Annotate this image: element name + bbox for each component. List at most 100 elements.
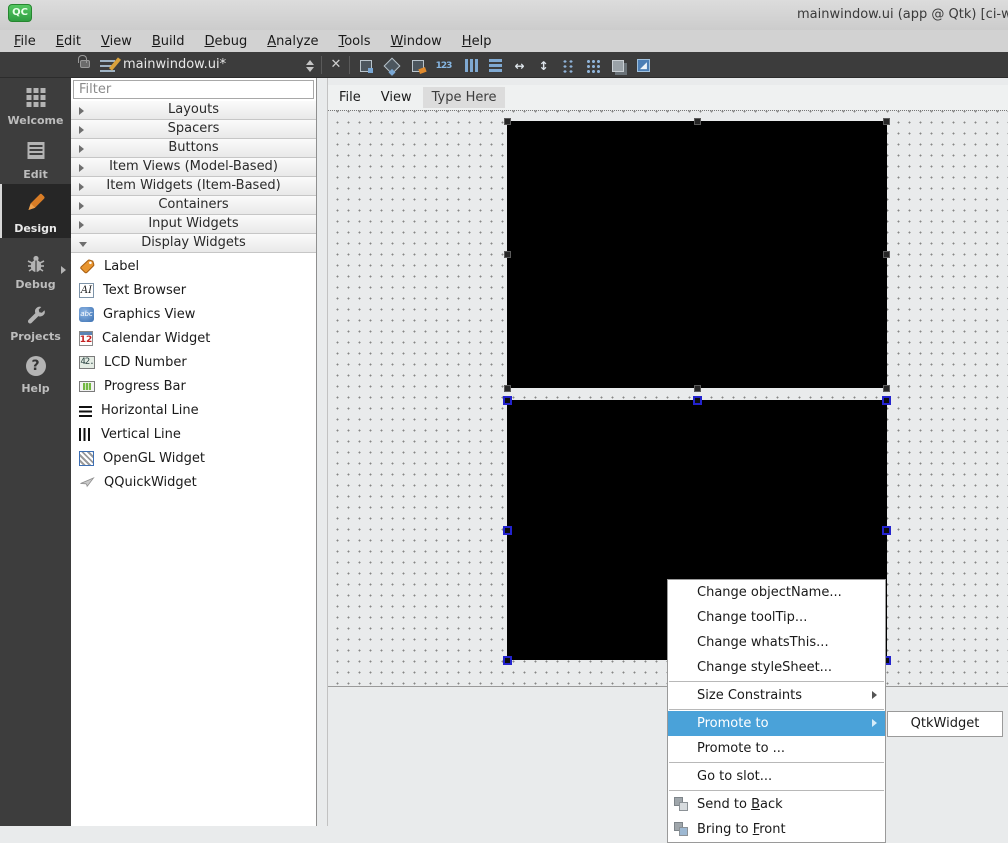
document-selector-down-icon[interactable] [306,67,314,72]
layout-grid-button[interactable] [558,56,577,75]
break-layout-button[interactable] [608,56,627,75]
menu-separator [669,681,884,682]
resize-handle[interactable] [503,396,512,405]
sidebar-item-welcome[interactable]: Welcome [0,82,71,130]
menu-build[interactable]: Build [142,32,195,51]
widget-item-lcd-number[interactable]: 42. LCD Number [71,350,316,374]
resize-handle[interactable] [503,526,512,535]
help-question-icon: ? [26,356,46,376]
layout-vertical-splitter-button[interactable]: ↕ [534,56,553,75]
sidebar-item-design[interactable]: Design [0,184,71,238]
submenu-arrow-icon [872,691,877,699]
widget-item-progress-bar[interactable]: Progress Bar [71,374,316,398]
form-menu-type-here[interactable]: Type Here [423,87,506,108]
layout-horizontally-button[interactable] [462,56,481,75]
form-menubar: File View Type Here [328,85,1008,110]
edit-signals-slots-button[interactable] [382,56,401,75]
resize-handle[interactable] [883,251,890,258]
debug-flyout-arrow-icon[interactable] [61,266,66,274]
widget-item-qquickwidget[interactable]: QQuickWidget [71,470,316,494]
menu-tools[interactable]: Tools [328,32,380,51]
edit-tab-order-button[interactable]: 123 [434,56,453,75]
menu-item-change-stylesheet[interactable]: Change styleSheet... [668,655,885,680]
menu-view[interactable]: View [91,32,142,51]
resize-handle[interactable] [883,118,890,125]
resize-handle[interactable] [883,385,890,392]
vertical-splitter-icon: ↕ [538,59,548,73]
close-document-button[interactable]: ✕ [328,56,344,74]
resize-handle[interactable] [503,656,512,665]
widget-item-label[interactable]: Label [71,254,316,278]
collapsed-arrow-icon [79,183,84,191]
mode-sidebar: Welcome Edit Design Debug Projects ? Hel… [0,78,71,826]
category-item-widgets[interactable]: Item Widgets (Item-Based) [71,177,316,196]
menu-debug[interactable]: Debug [194,32,257,51]
widget-item-opengl[interactable]: OpenGL Widget [71,446,316,470]
edit-widgets-button[interactable] [356,56,375,75]
resize-handle[interactable] [504,385,511,392]
resize-handle[interactable] [882,396,891,405]
layout-vertically-button[interactable] [486,56,505,75]
category-input-widgets[interactable]: Input Widgets [71,215,316,234]
category-spacers[interactable]: Spacers [71,120,316,139]
menu-separator [669,790,884,791]
edit-buddies-button[interactable] [408,56,427,75]
sidebar-item-projects[interactable]: Projects [0,298,71,346]
menu-item-send-to-back[interactable]: Send to Back [668,792,885,817]
unlock-icon[interactable] [80,60,90,68]
sidebar-item-debug[interactable]: Debug [0,246,71,294]
resize-handle[interactable] [694,385,701,392]
layout-horizontal-splitter-button[interactable]: ↔ [510,56,529,75]
open-document-selector[interactable]: mainwindow.ui* [123,57,226,72]
widget-item-vertical-line[interactable]: Vertical Line [71,422,316,446]
promote-to-submenu: QtkWidget [887,711,1003,737]
menu-file[interactable]: File [4,32,46,51]
menu-item-promote-to-dialog[interactable]: Promote to ... [668,736,885,761]
collapsed-arrow-icon [79,145,84,153]
widget-item-horizontal-line[interactable]: Horizontal Line [71,398,316,422]
text-browser-icon: AI [79,283,94,298]
form-menu-file[interactable]: File [330,87,370,108]
menu-item-change-objectname[interactable]: Change objectName... [668,580,885,605]
widget-item-graphics-view[interactable]: abc Graphics View [71,302,316,326]
menu-item-promote-to[interactable]: Promote to [668,711,885,736]
widget-item-calendar[interactable]: 12 Calendar Widget [71,326,316,350]
welcome-grid-icon [26,88,45,107]
placed-widget-1[interactable] [507,121,887,388]
sidebar-item-edit[interactable]: Edit [0,136,71,184]
title-bar: QC mainwindow.ui (app @ Qtk) [ci-win [0,0,1008,30]
menu-item-change-tooltip[interactable]: Change toolTip... [668,605,885,630]
widget-filter-input[interactable] [73,80,314,99]
menu-item-size-constraints[interactable]: Size Constraints [668,683,885,708]
category-containers[interactable]: Containers [71,196,316,215]
resize-handle[interactable] [694,118,701,125]
form-menu-view[interactable]: View [372,87,421,108]
submenu-item-qtkwidget[interactable]: QtkWidget [888,712,1002,736]
document-selector-up-icon[interactable] [306,60,314,65]
designer-toolbar: mainwindow.ui* ✕ 123 ↔ ↕ ◢ [0,52,1008,78]
category-item-views[interactable]: Item Views (Model-Based) [71,158,316,177]
menu-analyze[interactable]: Analyze [257,32,328,51]
menu-item-change-whatsthis[interactable]: Change whatsThis... [668,630,885,655]
category-buttons[interactable]: Buttons [71,139,316,158]
resize-handle[interactable] [693,396,702,405]
graphics-view-icon: abc [79,307,94,322]
menu-help[interactable]: Help [452,32,502,51]
category-layouts[interactable]: Layouts [71,101,316,120]
menu-window[interactable]: Window [381,32,452,51]
lcd-number-icon: 42. [79,356,95,369]
sidebar-item-help[interactable]: ? Help [0,350,71,398]
resize-handle[interactable] [504,118,511,125]
widget-item-text-browser[interactable]: AI Text Browser [71,278,316,302]
menu-item-go-to-slot[interactable]: Go to slot... [668,764,885,789]
menu-edit[interactable]: Edit [46,32,91,51]
layout-form-button[interactable] [583,56,602,75]
paper-plane-icon [79,474,95,490]
resize-handle[interactable] [882,526,891,535]
resize-handle[interactable] [504,251,511,258]
adjust-size-button[interactable]: ◢ [634,56,653,75]
collapsed-arrow-icon [79,221,84,229]
layout-vertical-icon [489,59,502,72]
menu-item-bring-to-front[interactable]: Bring to Front [668,817,885,842]
category-display-widgets[interactable]: Display Widgets [71,234,316,253]
